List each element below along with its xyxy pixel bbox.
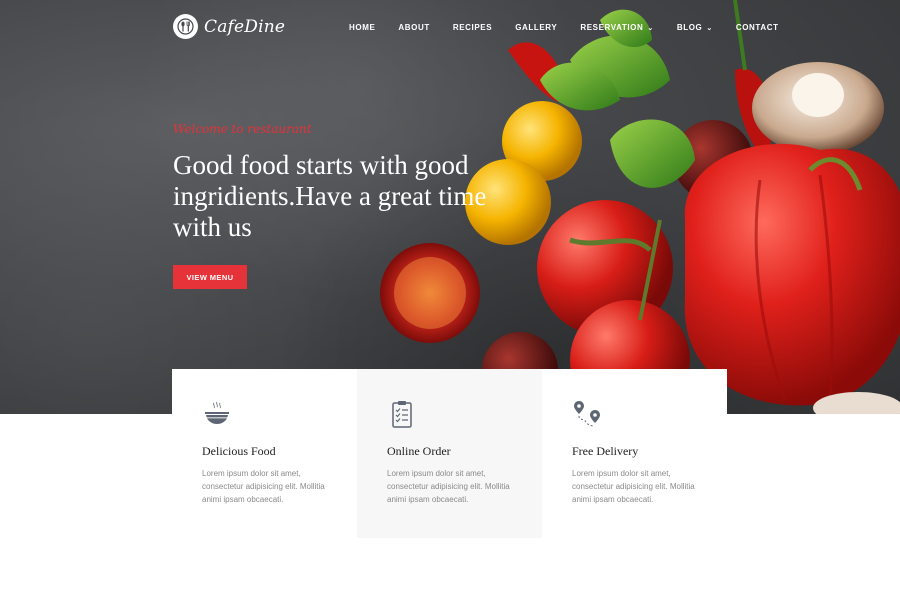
features-section: Delicious Food Lorem ipsum dolor sit ame…	[172, 369, 727, 538]
hero-section: CafeDine HOME ABOUT RECIPES GALLERY RESE…	[0, 0, 900, 414]
feature-title: Free Delivery	[572, 444, 639, 458]
nav-menu: HOME ABOUT RECIPES GALLERY RESERVATION ⌄ …	[349, 23, 802, 32]
chevron-down-icon: ⌄	[647, 24, 654, 32]
clipboard-checklist-icon	[392, 401, 412, 428]
nav-item-gallery[interactable]: GALLERY	[515, 23, 557, 32]
nav-item-about[interactable]: ABOUT	[398, 23, 429, 32]
nav-item-blog[interactable]: BLOG ⌄	[677, 23, 713, 32]
hero-kicker: Welcome to restaurant	[173, 122, 312, 136]
brand-logo[interactable]: CafeDine	[173, 14, 285, 39]
brand-name: CafeDine	[204, 16, 286, 37]
nav-item-home[interactable]: HOME	[349, 23, 375, 32]
main-navigation: CafeDine HOME ABOUT RECIPES GALLERY RESE…	[0, 0, 900, 56]
feature-title: Delicious Food	[202, 444, 276, 458]
nav-item-label: CONTACT	[735, 23, 779, 32]
nav-item-label: GALLERY	[515, 23, 558, 32]
food-bowl-icon	[205, 401, 229, 424]
nav-item-label: RECIPES	[452, 23, 493, 32]
nav-item-contact[interactable]: CONTACT	[736, 23, 779, 32]
nav-item-label: ABOUT	[398, 23, 430, 32]
nav-item-label: HOME	[349, 23, 376, 32]
feature-text: Lorem ipsum dolor sit amet, consectetur …	[387, 469, 510, 504]
feature-title: Online Order	[387, 444, 451, 458]
nav-item-label: BLOG	[676, 23, 703, 32]
nav-item-recipes[interactable]: RECIPES	[453, 23, 492, 32]
feature-card-delicious-food: Delicious Food Lorem ipsum dolor sit ame…	[172, 369, 357, 538]
view-menu-button[interactable]: VIEW MENU	[173, 265, 247, 289]
feature-text: Lorem ipsum dolor sit amet, consectetur …	[202, 469, 325, 504]
chevron-down-icon: ⌄	[706, 24, 713, 32]
hero-headline: Good food starts with good ingridients.H…	[173, 150, 487, 242]
nav-item-reservation[interactable]: RESERVATION ⌄	[580, 23, 654, 32]
feature-card-free-delivery: Free Delivery Lorem ipsum dolor sit amet…	[542, 369, 727, 538]
map-pins-route-icon	[574, 401, 600, 427]
nav-item-label: RESERVATION	[580, 23, 644, 32]
fork-spoon-icon	[173, 14, 198, 39]
feature-card-online-order: Online Order Lorem ipsum dolor sit amet,…	[357, 369, 542, 538]
feature-text: Lorem ipsum dolor sit amet, consectetur …	[572, 469, 695, 504]
